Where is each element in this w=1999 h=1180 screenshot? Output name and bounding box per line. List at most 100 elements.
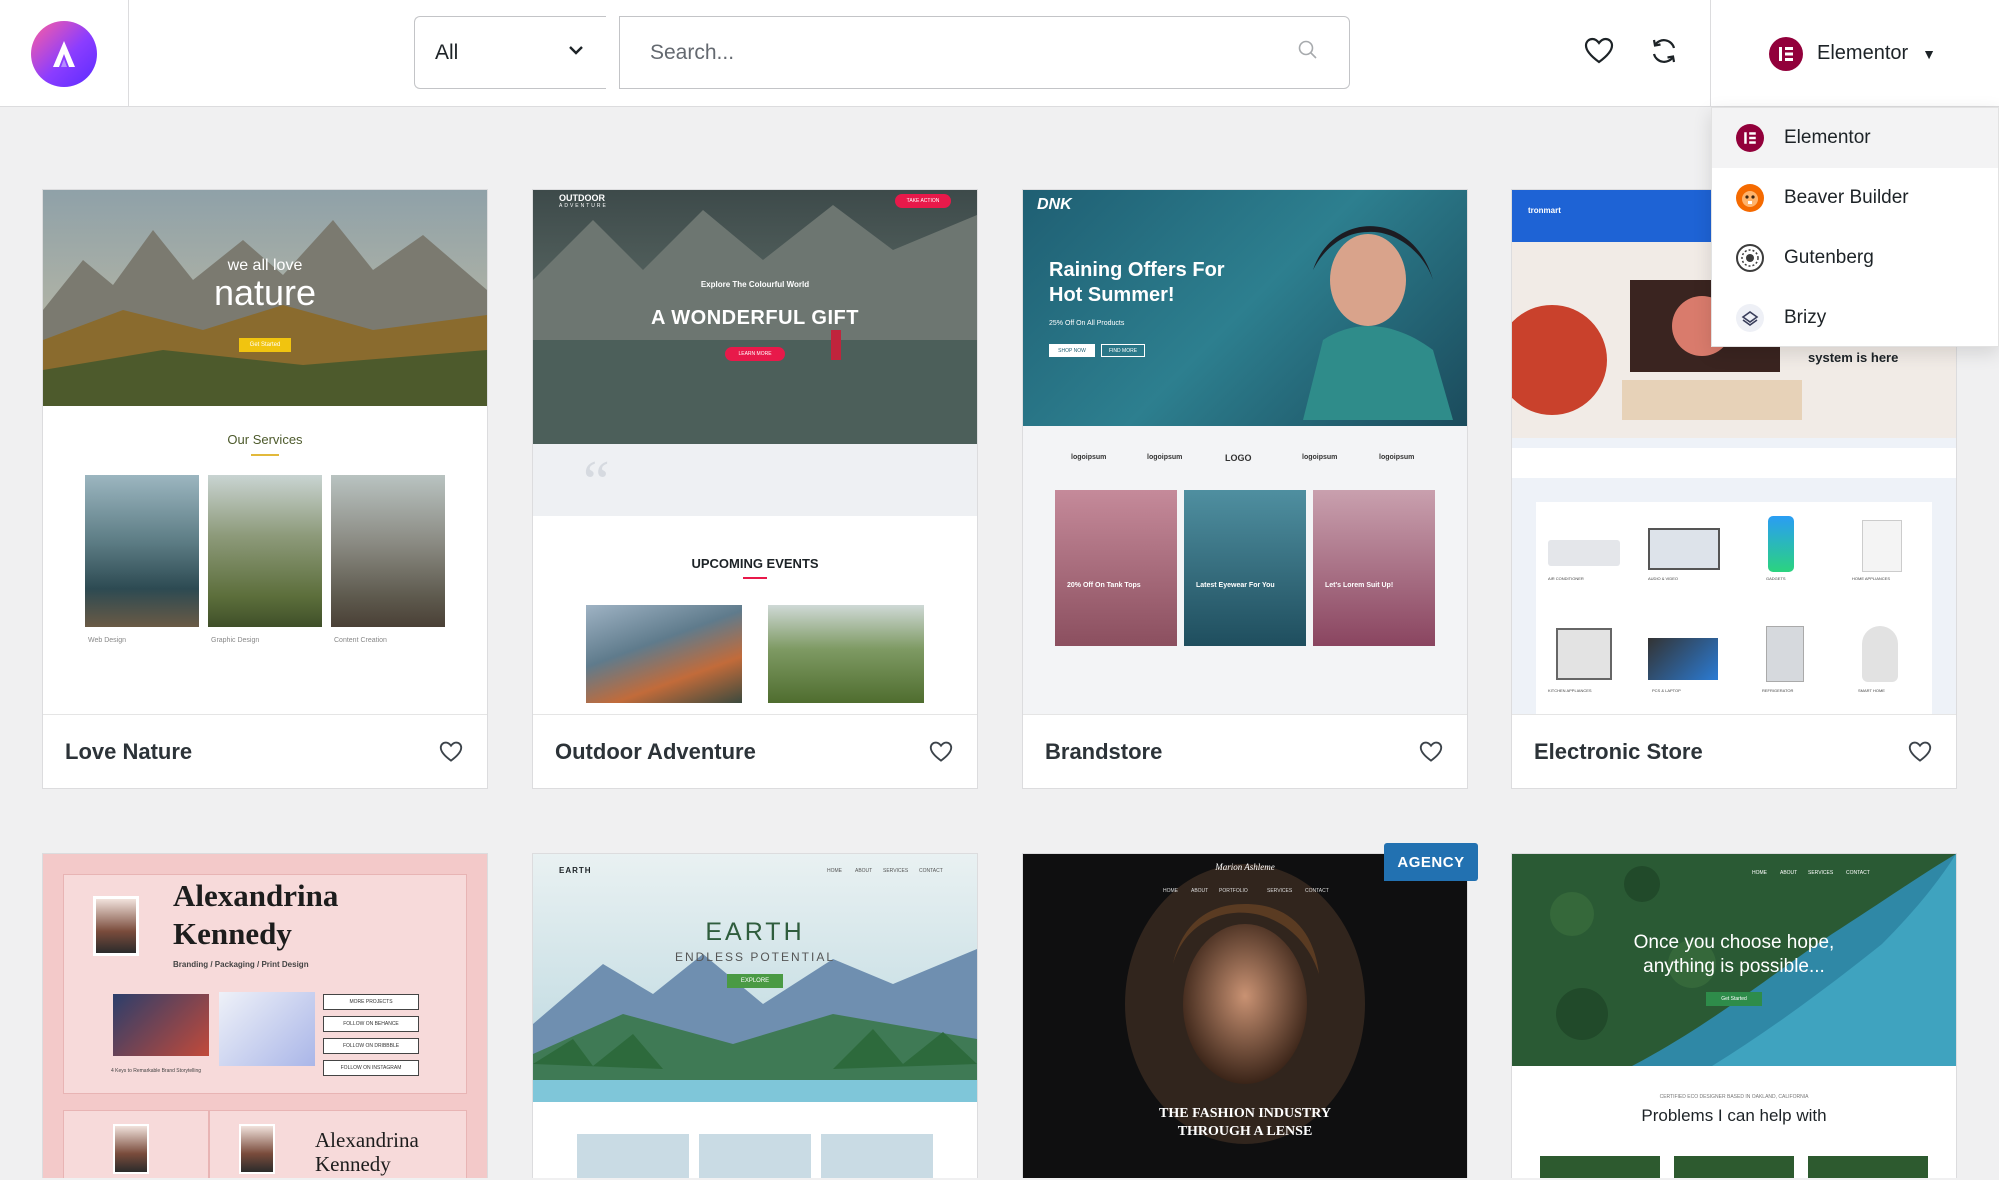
hero-name-line2: Kennedy [173, 916, 292, 951]
dropdown-item-brizy[interactable]: Brizy [1712, 288, 1998, 348]
mini-name-line1: Alexandrina [315, 1128, 419, 1152]
product-label: AUDIO & VIDEO [1648, 576, 1679, 581]
nav-item: HOME [1163, 888, 1178, 894]
product-label: REFRIGERATOR [1762, 688, 1794, 693]
dropdown-item-label: Gutenberg [1784, 247, 1874, 268]
hero-title-line1: Once you choose hope, [1633, 932, 1835, 953]
category-select-value: All [435, 40, 459, 64]
thumb-image [1808, 1156, 1928, 1180]
event-image [768, 605, 924, 703]
promo-tile-label: Let's Lorem Suit Up! [1325, 582, 1394, 589]
search-icon[interactable] [1297, 39, 1319, 66]
nav-cta: TAKE ACTION [895, 194, 951, 208]
hero-subtitle: ENDLESS POTENTIAL [674, 950, 836, 964]
mini-name-line2: Kennedy [315, 1152, 391, 1176]
site-logo: DNK [1037, 196, 1072, 213]
product-label: KITCHEN APPLIANCES [1548, 688, 1592, 693]
hero-title: nature [213, 272, 317, 313]
product-tv [1648, 528, 1720, 570]
nav-item: ABOUT [1191, 888, 1209, 894]
product-fridge [1766, 626, 1804, 682]
hero-button-secondary: FIND MORE [1101, 344, 1145, 357]
favorites-heart-icon[interactable] [1581, 33, 1617, 69]
favorite-heart-icon[interactable] [1906, 738, 1934, 766]
product-label: HOME APPLIANCES [1852, 576, 1891, 581]
section-divider [743, 577, 767, 579]
avatar [93, 896, 139, 956]
template-card-eco-designer[interactable]: Once you choose hope, anything is possib… [1511, 853, 1957, 1180]
search-input[interactable] [650, 40, 1297, 65]
elementor-icon [1736, 124, 1764, 152]
template-preview: Marion Ashleme HOME ABOUT PORTFOLIO SERV… [1023, 854, 1467, 1180]
template-preview: OUTDOOR ADVENTURE TAKE ACTION Explore Th… [533, 190, 977, 714]
service-image [208, 475, 322, 627]
section-title: Problems I can help with [1641, 1106, 1827, 1125]
dropdown-item-label: Brizy [1784, 307, 1827, 328]
gutenberg-icon [1736, 244, 1764, 272]
product-oven [1556, 628, 1612, 680]
service-image [85, 475, 199, 627]
dropdown-item-beaver-builder[interactable]: Beaver Builder [1712, 168, 1998, 228]
hero-button: SHOP NOW [1049, 344, 1095, 357]
template-card-brandstore[interactable]: DNK Raining Offers For Hot Summer! 25% O… [1022, 189, 1468, 789]
avatar [239, 1124, 275, 1174]
service-image [331, 475, 445, 627]
template-card-earth[interactable]: EARTH HOME ABOUT SERVICES CONTACT EARTH … [532, 853, 978, 1180]
card-footer: Outdoor Adventure [533, 714, 977, 788]
nav-item: CONTACT [1305, 888, 1329, 894]
category-select[interactable]: All [414, 16, 606, 89]
nav-item: PORTFOLIO [1219, 888, 1248, 894]
caret-down-icon: ▼ [1922, 45, 1937, 62]
link-button: FOLLOW ON BEHANCE [323, 1016, 419, 1032]
template-title: Love Nature [65, 738, 193, 764]
logo-container [0, 0, 129, 107]
template-card-fashion-agency[interactable]: Marion Ashleme HOME ABOUT PORTFOLIO SERV… [1022, 853, 1468, 1180]
product-speaker [1862, 626, 1898, 682]
card-footer: Love Nature [43, 714, 487, 788]
feature-strip [1512, 448, 1956, 478]
link-button: FOLLOW ON DRIBBBLE [323, 1038, 419, 1054]
promo-tile [1313, 490, 1435, 646]
template-card-love-nature[interactable]: we all love nature Get Started Our Servi… [42, 189, 488, 789]
service-label: Web Design [88, 637, 127, 644]
dropdown-item-label: Elementor [1784, 127, 1871, 148]
hero-title: Raining Offers For Hot Summer! [1049, 259, 1225, 306]
template-card-portfolio[interactable]: Alexandrina Kennedy Branding / Packaging… [42, 853, 488, 1180]
hero-title-line2: THROUGH A LENSE [1177, 1124, 1313, 1139]
section-kicker: CERTIFIED ECO DESIGNER BASED IN OAKLAND,… [1659, 1094, 1809, 1100]
section-divider [251, 454, 279, 456]
sync-icon[interactable] [1646, 33, 1682, 69]
brand-logo: LOGO [1225, 453, 1252, 463]
chevron-down-icon [566, 40, 586, 66]
favorite-heart-icon[interactable] [437, 738, 465, 766]
favorite-heart-icon[interactable] [1417, 738, 1445, 766]
template-preview: EARTH HOME ABOUT SERVICES CONTACT EARTH … [533, 854, 977, 1180]
dropdown-item-label: Beaver Builder [1784, 187, 1909, 208]
dropdown-item-elementor[interactable]: Elementor [1712, 108, 1998, 168]
hero-kicker: Explore The Colourful World [700, 280, 810, 289]
hero-title: system is here [1808, 350, 1899, 365]
nav-item: ABOUT [1780, 870, 1798, 876]
astra-logo-icon[interactable] [31, 20, 97, 87]
avatar [113, 1124, 149, 1174]
link-button: FOLLOW ON INSTAGRAM [323, 1060, 419, 1076]
dropdown-item-gutenberg[interactable]: Gutenberg [1712, 228, 1998, 288]
page-builder-label: Elementor [1817, 42, 1909, 64]
page-builder-switcher[interactable]: Elementor ▼ [1710, 0, 1999, 107]
template-card-outdoor-adventure[interactable]: OUTDOOR ADVENTURE TAKE ACTION Explore Th… [532, 189, 978, 789]
promo-tile [1184, 490, 1306, 646]
product-image [113, 994, 209, 1056]
hero-button: LEARN MORE [725, 347, 785, 361]
hero-subtitle: 25% Off On All Products [1049, 320, 1125, 327]
thumb-image [1540, 1156, 1660, 1180]
nav-item: SERVICES [1808, 870, 1834, 876]
elementor-icon [1769, 36, 1803, 71]
agency-badge: AGENCY [1384, 843, 1478, 881]
product-label: PCS & LAPTOP [1652, 688, 1681, 693]
favorite-heart-icon[interactable] [927, 738, 955, 766]
template-title: Brandstore [1045, 738, 1163, 764]
product-laptop [1648, 638, 1718, 680]
product-image [219, 992, 315, 1066]
hero-tagline: Branding / Packaging / Print Design [173, 960, 309, 969]
template-preview: we all love nature Get Started Our Servi… [43, 190, 487, 714]
